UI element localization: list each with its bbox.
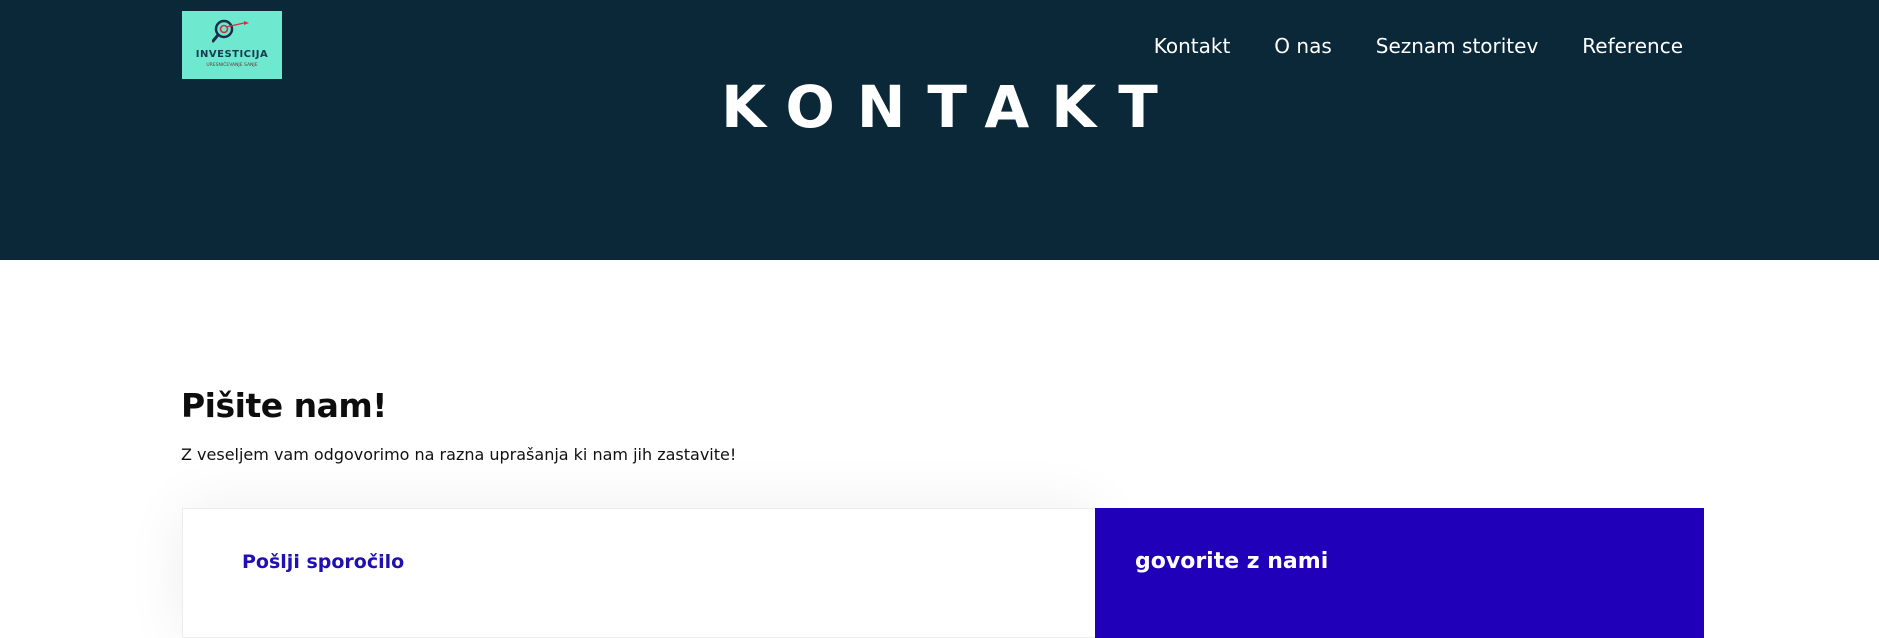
message-form-card: Pošlji sporočilo [182,508,1096,638]
main-nav: Kontakt O nas Seznam storitev Reference [1154,34,1683,58]
page-title: KONTAKT [721,73,1180,141]
contact-info-title: govorite z nami [1135,549,1329,574]
magnifier-target-icon [212,19,249,43]
logo-name: INVESTICIJA [195,49,269,60]
nav-link-kontakt[interactable]: Kontakt [1154,34,1231,58]
nav-link-o-nas[interactable]: O nas [1274,34,1331,58]
nav-link-reference[interactable]: Reference [1582,34,1683,58]
hero-header: INVESTICIJA URESNIČEVANJE SANJE Kontakt … [0,0,1879,260]
site-logo[interactable]: INVESTICIJA URESNIČEVANJE SANJE [182,11,282,79]
contact-heading: Pišite nam! [181,386,387,425]
contact-info-card: govorite z nami [1095,508,1704,638]
form-title: Pošlji sporočilo [242,551,405,573]
contact-intro: Z veseljem vam odgovorimo na razna upraš… [181,445,737,464]
logo-tagline: URESNIČEVANJE SANJE [206,63,258,68]
nav-link-seznam-storitev[interactable]: Seznam storitev [1376,34,1539,58]
